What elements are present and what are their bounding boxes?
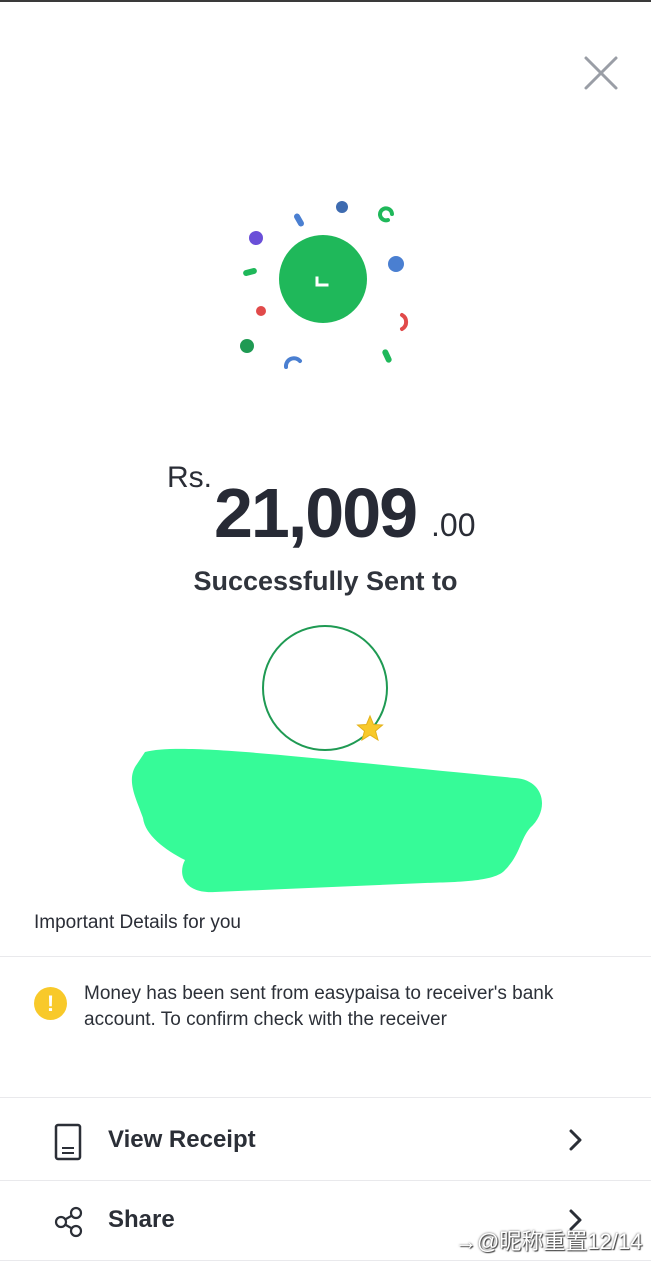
recipient-avatar (261, 624, 389, 752)
close-button[interactable] (580, 52, 622, 94)
currency-label: Rs. (167, 461, 212, 494)
success-circle (279, 235, 367, 323)
notice-text: Money has been sent from easypaisa to re… (84, 983, 554, 1030)
top-border (0, 0, 651, 2)
important-details-heading: Important Details for you (34, 912, 241, 933)
view-receipt-label: View Receipt (108, 1126, 256, 1153)
transfer-amount: Rs. 21,009 .00 (0, 455, 651, 555)
amount-whole: 21,009 (214, 474, 418, 552)
amount-decimal: .00 (431, 507, 476, 543)
success-animation (230, 195, 420, 375)
divider (0, 1260, 651, 1261)
sent-to-label: Successfully Sent to (193, 566, 458, 596)
warning-icon: ! (34, 987, 67, 1020)
receipt-icon (54, 1123, 82, 1161)
recipient-name-redacted (125, 740, 545, 900)
watermark: →@昵称重置12/14 (455, 1229, 643, 1254)
chevron-right-icon (569, 1129, 582, 1151)
divider (0, 956, 651, 957)
close-icon (584, 56, 618, 90)
view-receipt-button[interactable]: View Receipt (0, 1100, 651, 1180)
share-icon (54, 1206, 83, 1238)
share-label: Share (108, 1206, 175, 1233)
divider (0, 1097, 651, 1098)
